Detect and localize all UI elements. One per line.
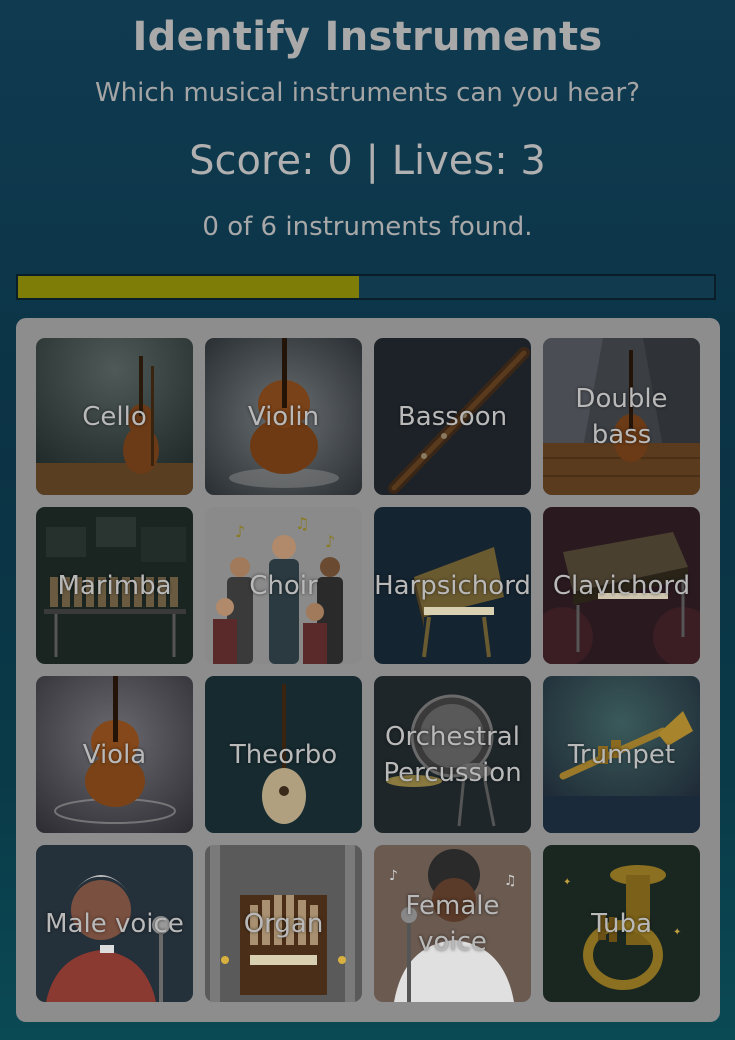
instrument-label: Violin — [247, 401, 320, 432]
instrument-label: Viola — [82, 739, 147, 770]
instrument-label: Cello — [82, 401, 147, 432]
instrument-label: Orchestral Percussion — [383, 721, 522, 788]
instrument-tile-theorbo[interactable]: Theorbo — [205, 676, 362, 833]
instrument-tile-orchestral-percussion[interactable]: Orchestral Percussion — [374, 676, 531, 833]
instrument-tile-female-voice[interactable]: ♪ ♫ Female voice — [374, 845, 531, 1002]
instrument-tile-violin[interactable]: Violin — [205, 338, 362, 495]
instrument-panel: Cello Violin Bassoon Double bass Marimba… — [16, 318, 720, 1022]
instrument-tile-double-bass[interactable]: Double bass — [543, 338, 700, 495]
instrument-label: Trumpet — [567, 739, 676, 770]
score-lives-readout: Score: 0 | Lives: 3 — [189, 138, 546, 184]
instrument-label: Choir — [249, 570, 318, 601]
instrument-tile-cello[interactable]: Cello — [36, 338, 193, 495]
instrument-tile-harpsichord[interactable]: Harpsichord — [374, 507, 531, 664]
instrument-label: Male voice — [45, 908, 184, 939]
instrument-label: Tuba — [591, 908, 652, 939]
instrument-grid: Cello Violin Bassoon Double bass Marimba… — [36, 338, 700, 1002]
progress-bar-fill — [18, 276, 360, 298]
page-subtitle: Which musical instruments can you hear? — [94, 78, 641, 108]
progress-bar — [16, 274, 716, 300]
instrument-label: Double bass — [575, 383, 668, 450]
found-count: 0 of 6 instruments found. — [202, 212, 533, 242]
instrument-label: Bassoon — [397, 401, 508, 432]
instrument-tile-tuba[interactable]: ✦ ✦ Tuba — [543, 845, 700, 1002]
instrument-tile-choir[interactable]: ♪ ♫ ♪ Choir — [205, 507, 362, 664]
instrument-label: Theorbo — [229, 739, 338, 770]
instrument-tile-organ[interactable]: Organ — [205, 845, 362, 1002]
page-title: Identify Instruments — [132, 14, 603, 60]
instrument-label: Organ — [243, 908, 324, 939]
instrument-tile-trumpet[interactable]: Trumpet — [543, 676, 700, 833]
instrument-tile-marimba[interactable]: Marimba — [36, 507, 193, 664]
instrument-label: Harpsichord — [374, 570, 531, 601]
instrument-label: Female voice — [405, 890, 500, 957]
instrument-label: Clavichord — [552, 570, 691, 601]
instrument-tile-viola[interactable]: Viola — [36, 676, 193, 833]
instrument-tile-male-voice[interactable]: Male voice — [36, 845, 193, 1002]
instrument-label: Marimba — [57, 570, 172, 601]
instrument-tile-clavichord[interactable]: Clavichord — [543, 507, 700, 664]
instrument-tile-bassoon[interactable]: Bassoon — [374, 338, 531, 495]
